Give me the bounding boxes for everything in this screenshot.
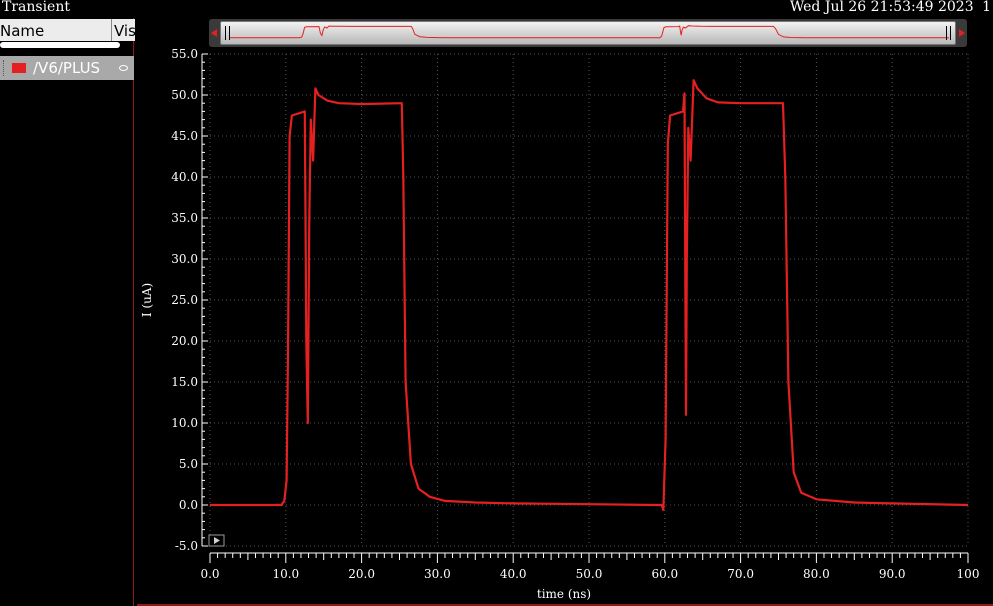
overview-trace <box>229 25 949 39</box>
overview-trace-line <box>229 25 949 39</box>
x-tick-label: 40.0 <box>500 567 527 581</box>
page-number: 1 <box>982 0 991 15</box>
y-tick-label: 40.0 <box>171 170 198 184</box>
y-tick-label: 45.0 <box>171 129 198 143</box>
y-tick-label: 35.0 <box>171 211 198 225</box>
trace-line <box>210 79 969 511</box>
column-divider[interactable] <box>111 19 112 41</box>
x-axis-title: time (ns) <box>537 587 591 601</box>
scroll-right-arrow-icon[interactable] <box>959 29 965 37</box>
x-tick-label: 30.0 <box>424 567 451 581</box>
scroll-left-arrow-icon[interactable] <box>211 29 217 37</box>
x-tick-label: 90.0 <box>879 567 906 581</box>
y-tick-label: 5.0 <box>179 457 198 471</box>
y-tick-label: 25.0 <box>171 293 198 307</box>
play-button[interactable] <box>208 534 225 547</box>
trace-label: /V6/PLUS <box>33 59 101 77</box>
grid <box>209 53 969 547</box>
y-tick-label: 10.0 <box>171 416 198 430</box>
y-tick-label: 15.0 <box>171 375 198 389</box>
trace-layer <box>210 79 969 511</box>
x-tick-label: 10.0 <box>272 567 299 581</box>
x-tick-label: 80.0 <box>803 567 830 581</box>
x-tick-label: 60.0 <box>651 567 678 581</box>
x-tick-label: 100 <box>957 567 980 581</box>
y-tick-label: 30.0 <box>171 252 198 266</box>
overview-scrollbar[interactable] <box>209 19 967 47</box>
horizontal-scrollbar[interactable] <box>0 42 120 48</box>
column-header-vis[interactable]: Vis <box>114 22 136 40</box>
y-tick-label: 0.0 <box>179 498 198 512</box>
y-tick-label: 50.0 <box>171 88 198 102</box>
y-tick-label: 20.0 <box>171 334 198 348</box>
x-tick-label: 0.0 <box>200 567 219 581</box>
window-title: Transient <box>2 0 70 15</box>
trace-color-swatch <box>12 63 26 73</box>
y-tick-label: -5.0 <box>175 539 198 553</box>
timestamp: Wed Jul 26 21:53:49 2023 1 <box>790 0 991 15</box>
overview-left-handle[interactable] <box>225 26 230 40</box>
overview-window[interactable] <box>220 21 956 45</box>
waveform-plot[interactable]: -5.00.05.010.015.020.025.030.035.040.045… <box>136 44 993 604</box>
axis-labels: -5.00.05.010.015.020.025.030.035.040.045… <box>140 47 979 601</box>
overview-right-handle[interactable] <box>946 26 951 40</box>
drag-handle-icon[interactable] <box>3 60 6 76</box>
y-axis-title: I (uA) <box>140 283 154 317</box>
x-tick-label: 50.0 <box>576 567 603 581</box>
axes <box>201 53 969 563</box>
list-header: Name Vis <box>0 19 136 41</box>
eye-icon[interactable] <box>119 65 128 71</box>
signal-browser-panel: Name Vis /V6/PLUS <box>0 18 136 606</box>
trace-list-item[interactable]: /V6/PLUS <box>0 56 134 80</box>
x-tick-label: 70.0 <box>727 567 754 581</box>
datetime-text: Wed Jul 26 21:53:49 2023 <box>789 0 974 15</box>
y-tick-label: 55.0 <box>171 47 198 61</box>
column-header-name[interactable]: Name <box>0 22 44 40</box>
x-tick-label: 20.0 <box>348 567 375 581</box>
